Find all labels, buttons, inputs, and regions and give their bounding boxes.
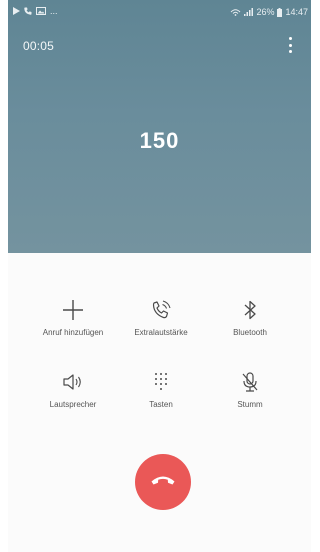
extra-volume-label: Extralautstärke <box>134 328 188 337</box>
battery-icon <box>277 7 283 17</box>
speaker-label: Lautsprecher <box>49 400 97 409</box>
speaker-icon <box>58 367 88 397</box>
bluetooth-icon <box>235 295 265 325</box>
status-more-notifications: ... <box>50 6 58 16</box>
call-screen: ... 26% 14:47 00:05 150 Anruf hinzufügen… <box>8 0 311 552</box>
play-icon <box>13 7 20 15</box>
mute-label: Stumm <box>237 400 263 409</box>
end-call-button[interactable] <box>135 454 191 510</box>
signal-icon <box>244 8 254 16</box>
add-call-button[interactable]: Anruf hinzufügen <box>23 295 123 337</box>
extra-volume-button[interactable]: Extralautstärke <box>111 295 211 337</box>
keypad-icon <box>146 367 176 397</box>
wifi-call-icon <box>230 8 241 16</box>
caller-number: 150 <box>139 128 180 153</box>
keypad-button[interactable]: Tasten <box>111 367 211 409</box>
battery-percent: 26% <box>256 7 275 17</box>
status-bar-left: ... <box>13 6 58 16</box>
keypad-label: Tasten <box>149 400 173 409</box>
more-options-icon[interactable] <box>285 37 295 53</box>
mute-button[interactable]: Stumm <box>200 367 300 409</box>
plus-icon <box>58 295 88 325</box>
status-bar: ... 26% 14:47 <box>8 0 311 24</box>
add-call-label: Anruf hinzufügen <box>42 328 104 337</box>
bluetooth-label: Bluetooth <box>233 328 267 337</box>
hang-up-icon <box>150 473 176 492</box>
status-bar-right: 26% 14:47 <box>230 7 308 17</box>
call-header: ... 26% 14:47 00:05 150 <box>8 0 311 253</box>
bluetooth-button[interactable]: Bluetooth <box>200 295 300 337</box>
speaker-button[interactable]: Lautsprecher <box>23 367 123 409</box>
gallery-icon <box>36 7 46 15</box>
status-time: 14:47 <box>285 7 308 17</box>
phone-icon <box>24 7 32 15</box>
extra-volume-icon <box>146 295 176 325</box>
call-timer: 00:05 <box>23 39 55 53</box>
mute-icon <box>235 367 265 397</box>
